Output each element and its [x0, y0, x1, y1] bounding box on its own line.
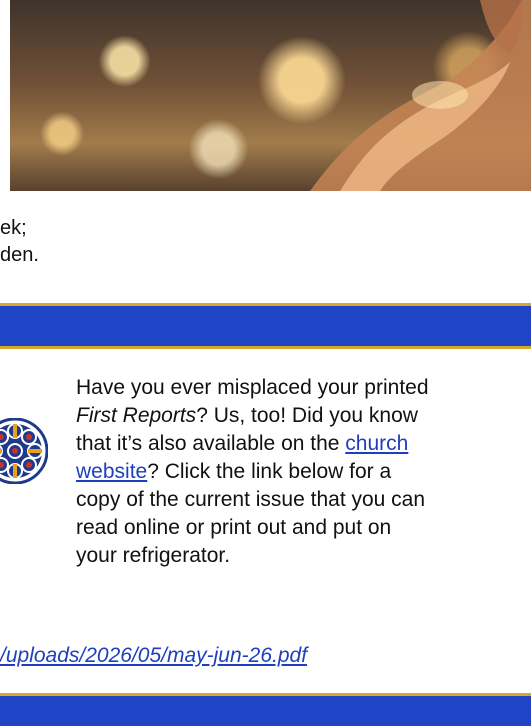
section-divider-bottom — [0, 346, 531, 349]
first-reports-blurb: Have you ever misplaced your printed Fir… — [76, 374, 526, 570]
church-website-link-continued[interactable]: website — [76, 460, 147, 483]
previous-text-line: ek; — [0, 217, 27, 239]
blurb-line: Have you ever misplaced your printed — [76, 376, 429, 399]
blurb-text: ? Click the link below for a — [147, 460, 392, 483]
previous-section-text: ek; den. — [0, 215, 520, 269]
blurb-line: read online or print out and put on — [76, 516, 392, 539]
current-issue-pdf-link[interactable]: /uploads/2026/05/may-jun-26.pdf — [0, 644, 307, 668]
blurb-line: copy of the current issue that you can — [76, 488, 426, 511]
previous-text-line: den. — [0, 244, 39, 266]
next-section-header-band — [0, 696, 531, 726]
rose-window-icon — [0, 418, 48, 484]
hero-image — [10, 0, 531, 191]
blurb-line: your refrigerator. — [76, 544, 231, 567]
section-header-band — [0, 306, 531, 346]
blurb-line: First Reports? Us, too! Did you know — [76, 402, 526, 430]
first-reports-title: First Reports — [76, 404, 197, 427]
blurb-text: ? Us, too! Did you know — [196, 404, 418, 427]
church-website-link[interactable]: church — [345, 432, 408, 455]
blurb-text: that it’s also available on the — [76, 432, 346, 455]
blurb-line: that it’s also available on the church — [76, 430, 526, 458]
blurb-line: website? Click the link below for a — [76, 458, 526, 486]
praying-hands-illustration — [310, 0, 531, 191]
